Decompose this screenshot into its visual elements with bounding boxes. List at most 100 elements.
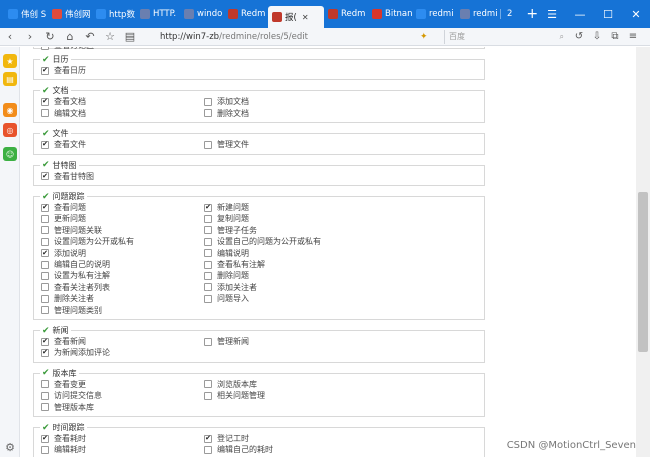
permission-checkbox-item[interactable]: 管理版本库 xyxy=(41,402,94,413)
chat-icon[interactable]: ☺ xyxy=(3,147,17,161)
scrollbar-thumb[interactable] xyxy=(638,192,648,352)
extensions-icon[interactable]: ⧉ xyxy=(606,31,624,42)
permission-checkbox-item[interactable]: ✔ 添加说明 xyxy=(41,248,86,259)
browser-tab[interactable]: windo xyxy=(180,4,224,24)
permission-checkbox[interactable] xyxy=(204,226,212,235)
favorite-star-icon[interactable]: ☆ xyxy=(100,28,120,46)
permission-checkbox[interactable] xyxy=(41,403,49,412)
page-scrollbar[interactable] xyxy=(636,47,650,457)
notes-icon[interactable]: ▤ xyxy=(3,72,17,86)
permission-checkbox[interactable] xyxy=(41,306,49,315)
favorites-star-icon[interactable]: ★ xyxy=(3,54,17,68)
permission-group-legend[interactable]: ✔ 文档 xyxy=(40,85,71,97)
permission-checkbox-item[interactable]: 查看私有注解 xyxy=(204,259,265,270)
permission-checkbox[interactable] xyxy=(41,391,49,400)
browser-tab[interactable]: HTTP. xyxy=(136,4,180,24)
permission-checkbox[interactable] xyxy=(204,97,212,106)
permission-checkbox-item[interactable]: 管理文件 xyxy=(204,139,249,150)
undo-close-icon[interactable]: ↺ xyxy=(570,31,588,42)
permission-checkbox-item[interactable]: ✔ 查看新闻 xyxy=(41,336,86,347)
permission-checkbox[interactable] xyxy=(204,237,212,246)
refresh-icon[interactable]: ↻ xyxy=(40,28,60,46)
menu-icon[interactable]: ☰ xyxy=(538,0,566,28)
undo-icon[interactable]: ↶ xyxy=(80,28,100,46)
close-window-button[interactable]: ✕ xyxy=(622,0,650,28)
permission-checkbox[interactable]: ✔ xyxy=(41,172,49,181)
browser-tab[interactable]: redmi xyxy=(456,4,500,24)
permission-checkbox-item[interactable]: 管理新闻 xyxy=(204,336,249,347)
permission-checkbox-item[interactable]: ✔ 查看文档 xyxy=(41,96,86,107)
permission-checkbox-item[interactable]: ✔ 查看耗时 xyxy=(41,433,86,444)
permission-checkbox-item[interactable]: 设置自己的问题为公开或私有 xyxy=(204,236,321,247)
permission-checkbox-item[interactable]: 管理问题类别 xyxy=(41,305,102,316)
permission-checkbox-item[interactable]: 编辑自己的说明 xyxy=(41,259,110,270)
permission-group-legend[interactable]: ✔ 新闻 xyxy=(40,325,71,336)
permission-checkbox-item[interactable]: 查看变更 xyxy=(41,379,86,390)
permission-checkbox-item[interactable]: 访问提交信息 xyxy=(41,390,102,401)
permission-checkbox[interactable] xyxy=(204,260,212,269)
permission-checkbox[interactable] xyxy=(204,391,212,400)
browser-tab[interactable]: Redm xyxy=(324,4,368,24)
back-icon[interactable]: ‹ xyxy=(0,28,20,46)
permission-checkbox[interactable] xyxy=(41,47,49,50)
permission-checkbox-item[interactable]: 编辑自己的耗时 xyxy=(204,444,273,455)
toggle-check-icon[interactable]: ✔ xyxy=(42,129,50,139)
permission-checkbox-item[interactable]: 更新问题 xyxy=(41,213,86,224)
permission-checkbox-item[interactable]: 删除关注者 xyxy=(41,293,94,304)
permission-checkbox-item[interactable]: ✔ 查看问题 xyxy=(41,202,86,213)
toggle-check-icon[interactable]: ✔ xyxy=(42,192,50,202)
download-icon[interactable]: ⇩ xyxy=(588,31,606,42)
permission-group-legend[interactable]: ✔ 时间跟踪 xyxy=(40,422,87,433)
permission-checkbox[interactable]: ✔ xyxy=(41,434,49,443)
toggle-check-icon[interactable]: ✔ xyxy=(42,86,50,96)
permission-checkbox-item[interactable]: 编辑耗时 xyxy=(41,444,86,455)
maximize-button[interactable]: ☐ xyxy=(594,0,622,28)
permission-checkbox[interactable] xyxy=(204,294,212,303)
weibo-icon[interactable]: ◎ xyxy=(3,123,17,137)
browser-tab[interactable]: http数 xyxy=(92,4,136,24)
permission-checkbox[interactable] xyxy=(41,294,49,303)
permission-checkbox-item[interactable]: 删除问题 xyxy=(204,270,249,281)
address-bar[interactable]: http://win7-zb/redmine/roles/5/edit xyxy=(160,32,420,42)
permission-checkbox[interactable] xyxy=(204,271,212,280)
permission-checkbox[interactable] xyxy=(41,271,49,280)
permission-checkbox-item[interactable]: 浏览版本库 xyxy=(204,379,257,390)
toggle-check-icon[interactable]: ✔ xyxy=(42,368,50,378)
reader-icon[interactable]: ▤ xyxy=(120,28,140,46)
permission-checkbox[interactable]: ✔ xyxy=(41,249,49,258)
browser-tab[interactable]: Redm xyxy=(224,4,268,24)
main-menu-icon[interactable]: ≡ xyxy=(624,31,642,42)
permission-checkbox[interactable] xyxy=(204,380,212,389)
permission-checkbox[interactable] xyxy=(41,445,49,454)
home-icon[interactable]: ⌂ xyxy=(60,28,80,46)
permission-checkbox[interactable]: ✔ xyxy=(41,337,49,346)
permission-group-legend[interactable]: ✔ 甘特图 xyxy=(40,159,79,171)
permission-checkbox-item[interactable]: 设置问题为公开或私有 xyxy=(41,236,134,247)
settings-gear-icon[interactable]: ⚙ xyxy=(3,440,17,454)
permission-checkbox[interactable] xyxy=(204,249,212,258)
search-box[interactable]: 百度 ⌕ xyxy=(444,29,564,44)
permission-checkbox-item[interactable]: 删除文档 xyxy=(204,108,249,119)
close-tab-icon[interactable]: ✕ xyxy=(302,13,309,22)
permission-checkbox[interactable]: ✔ xyxy=(41,348,49,357)
permission-checkbox-item[interactable]: 相关问题管理 xyxy=(204,390,265,401)
permission-group-legend[interactable]: ✔ 版本库 xyxy=(40,367,79,379)
permission-checkbox[interactable] xyxy=(204,109,212,118)
permission-checkbox-item[interactable]: ✔ 查看日历 xyxy=(41,65,86,76)
permission-checkbox-item[interactable]: 问题导入 xyxy=(204,293,249,304)
permission-checkbox-item[interactable]: 设置为私有注解 xyxy=(41,270,110,281)
permission-checkbox[interactable] xyxy=(204,214,212,223)
permission-checkbox-item[interactable]: ✔ 新建问题 xyxy=(204,202,249,213)
toggle-check-icon[interactable]: ✔ xyxy=(42,55,50,65)
permission-checkbox[interactable] xyxy=(41,237,49,246)
browser-tab[interactable]: Bitnan xyxy=(368,4,412,24)
permission-checkbox[interactable]: ✔ xyxy=(204,203,212,212)
permission-checkbox-item[interactable]: ✔ 为新闻添加评论 xyxy=(41,347,110,358)
browser-tab[interactable]: 伟创网 xyxy=(48,4,92,24)
permission-group-legend[interactable]: ✔ 文件 xyxy=(40,128,71,140)
permission-checkbox[interactable] xyxy=(41,283,49,292)
permission-group-legend[interactable]: ✔ 问题跟踪 xyxy=(40,191,87,202)
permission-checkbox[interactable] xyxy=(41,214,49,223)
permission-checkbox[interactable]: ✔ xyxy=(41,203,49,212)
permission-checkbox[interactable] xyxy=(41,109,49,118)
